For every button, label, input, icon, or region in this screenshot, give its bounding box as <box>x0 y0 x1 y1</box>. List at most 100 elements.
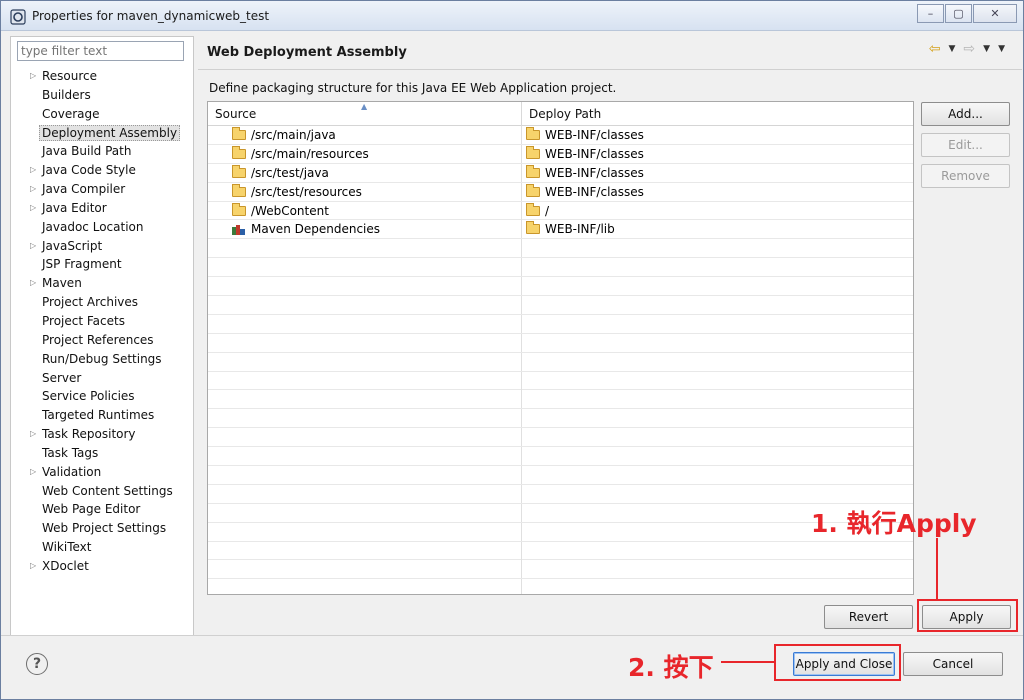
source-label: /src/main/java <box>251 128 336 142</box>
expand-arrow-icon[interactable]: ▷ <box>30 67 36 85</box>
nav-item[interactable]: Project Archives <box>11 293 193 312</box>
nav-item[interactable]: Coverage <box>11 105 193 124</box>
nav-item[interactable]: Targeted Runtimes <box>11 406 193 425</box>
maximize-button[interactable]: ▢ <box>945 4 972 23</box>
column-header-deploy-path[interactable]: Deploy Path <box>522 102 913 126</box>
edit-button[interactable]: Edit... <box>921 133 1010 157</box>
deployment-table[interactable]: Source ▲ Deploy Path /src/main/java WEB-I… <box>207 101 914 595</box>
table-row[interactable]: /WebContent / <box>208 201 913 221</box>
deploy-path-cell <box>522 334 912 352</box>
folder-icon <box>526 164 540 178</box>
source-cell <box>208 390 522 409</box>
nav-item-label: Project Facets <box>42 313 125 328</box>
source-cell <box>208 484 522 503</box>
column-header-source[interactable]: Source ▲ <box>208 102 522 126</box>
empty-table-row <box>208 409 913 429</box>
deploy-path-cell <box>522 239 912 257</box>
nav-item-label: XDoclet <box>42 558 89 573</box>
cancel-button[interactable]: Cancel <box>903 652 1003 676</box>
expand-arrow-icon[interactable]: ▷ <box>30 463 36 481</box>
nav-item[interactable]: Run/Debug Settings <box>11 350 193 369</box>
nav-item[interactable]: Javadoc Location <box>11 218 193 237</box>
expand-arrow-icon[interactable]: ▷ <box>30 237 36 255</box>
forward-dropdown-icon[interactable]: ▼ <box>983 44 990 54</box>
expand-arrow-icon[interactable]: ▷ <box>30 274 36 292</box>
empty-table-row <box>208 522 913 542</box>
nav-item[interactable]: Task Tags <box>11 444 193 463</box>
folder-icon <box>232 202 246 216</box>
minimize-button[interactable]: – <box>917 4 944 23</box>
nav-item-label: Coverage <box>42 106 100 121</box>
nav-item[interactable]: ▷ Java Code Style <box>11 161 193 180</box>
nav-item[interactable]: WikiText <box>11 538 193 557</box>
expand-arrow-icon[interactable]: ▷ <box>30 199 36 217</box>
annotation-step-2: 2. 按下 <box>628 653 714 682</box>
properties-dialog: Properties for maven_dynamicweb_test – ▢… <box>0 0 1024 700</box>
expand-arrow-icon[interactable]: ▷ <box>30 425 36 443</box>
add-button[interactable]: Add... <box>921 102 1010 126</box>
nav-item[interactable]: Web Project Settings <box>11 519 193 538</box>
source-cell <box>208 466 522 485</box>
folder-icon <box>526 202 540 216</box>
table-row[interactable]: /src/main/java WEB-INF/classes <box>208 126 913 145</box>
nav-item[interactable]: ▷ Maven <box>11 274 193 293</box>
table-row[interactable]: /src/test/resources WEB-INF/classes <box>208 182 913 202</box>
table-body: /src/main/java WEB-INF/classes/src/main/r… <box>208 126 913 594</box>
nav-item[interactable]: JSP Fragment <box>11 255 193 274</box>
nav-item-label: Web Project Settings <box>42 521 167 536</box>
empty-table-row <box>208 352 913 372</box>
help-icon[interactable]: ? <box>26 653 48 675</box>
nav-item-label: Javadoc Location <box>42 219 144 234</box>
source-cell <box>208 371 522 390</box>
back-arrow-icon[interactable]: ⇦ <box>929 41 941 57</box>
nav-item[interactable]: Server <box>11 369 193 388</box>
back-dropdown-icon[interactable]: ▼ <box>949 44 956 54</box>
nav-item[interactable]: Project References <box>11 331 193 350</box>
deploy-path-label: WEB-INF/classes <box>545 165 644 180</box>
source-cell <box>208 428 522 447</box>
nav-item[interactable]: Web Content Settings <box>11 482 193 501</box>
empty-table-row <box>208 314 913 334</box>
forward-arrow-icon[interactable]: ⇨ <box>963 41 975 57</box>
nav-item[interactable]: Project Facets <box>11 312 193 331</box>
nav-item[interactable]: Web Page Editor <box>11 500 193 519</box>
property-page-tree: ▷ Resource Builders Coverage Deployment Asse… <box>10 36 194 636</box>
source-label: Maven Dependencies <box>251 222 381 237</box>
nav-item[interactable]: ▷ XDoclet <box>11 557 193 576</box>
nav-item[interactable]: Builders <box>11 86 193 105</box>
filter-input[interactable] <box>17 41 184 61</box>
table-row[interactable]: Maven Dependencies WEB-INF/lib <box>208 220 913 240</box>
source-cell <box>208 314 522 333</box>
expand-arrow-icon[interactable]: ▷ <box>30 161 36 179</box>
nav-item-label: Web Content Settings <box>42 483 173 498</box>
table-row[interactable]: /src/test/java WEB-INF/classes <box>208 163 913 183</box>
folder-icon <box>232 145 246 159</box>
annotation-connector-1 <box>936 538 938 600</box>
view-menu-icon[interactable]: ▼ <box>998 44 1005 54</box>
nav-item[interactable]: ▷ JavaScript <box>11 237 193 256</box>
nav-item[interactable]: Deployment Assembly <box>11 124 193 143</box>
source-cell <box>208 447 522 466</box>
expand-arrow-icon[interactable]: ▷ <box>30 180 36 198</box>
nav-item-label: JavaScript <box>42 238 103 253</box>
expand-arrow-icon[interactable]: ▷ <box>30 557 36 575</box>
remove-button[interactable]: Remove <box>921 164 1010 188</box>
revert-button[interactable]: Revert <box>824 605 913 629</box>
page-description: Define packaging structure for this Java… <box>209 81 617 95</box>
deploy-path-cell: WEB-INF/classes <box>522 183 912 201</box>
nav-item[interactable]: ▷ Task Repository <box>11 425 193 444</box>
table-row[interactable]: /src/main/resources WEB-INF/classes <box>208 144 913 164</box>
close-button[interactable]: ✕ <box>973 4 1017 23</box>
source-cell <box>208 579 522 594</box>
nav-item[interactable]: ▷ Java Editor <box>11 199 193 218</box>
nav-item[interactable]: ▷ Validation <box>11 463 193 482</box>
source-label: /WebContent <box>251 203 329 218</box>
deploy-path-cell <box>522 542 912 560</box>
source-cell <box>208 409 522 428</box>
nav-item[interactable]: ▷ Resource <box>11 67 193 86</box>
nav-item[interactable]: Service Policies <box>11 387 193 406</box>
nav-item[interactable]: Java Build Path <box>11 142 193 161</box>
empty-table-row <box>208 579 913 594</box>
nav-item[interactable]: ▷ Java Compiler <box>11 180 193 199</box>
annotation-highlight-apply-and-close <box>774 644 901 681</box>
